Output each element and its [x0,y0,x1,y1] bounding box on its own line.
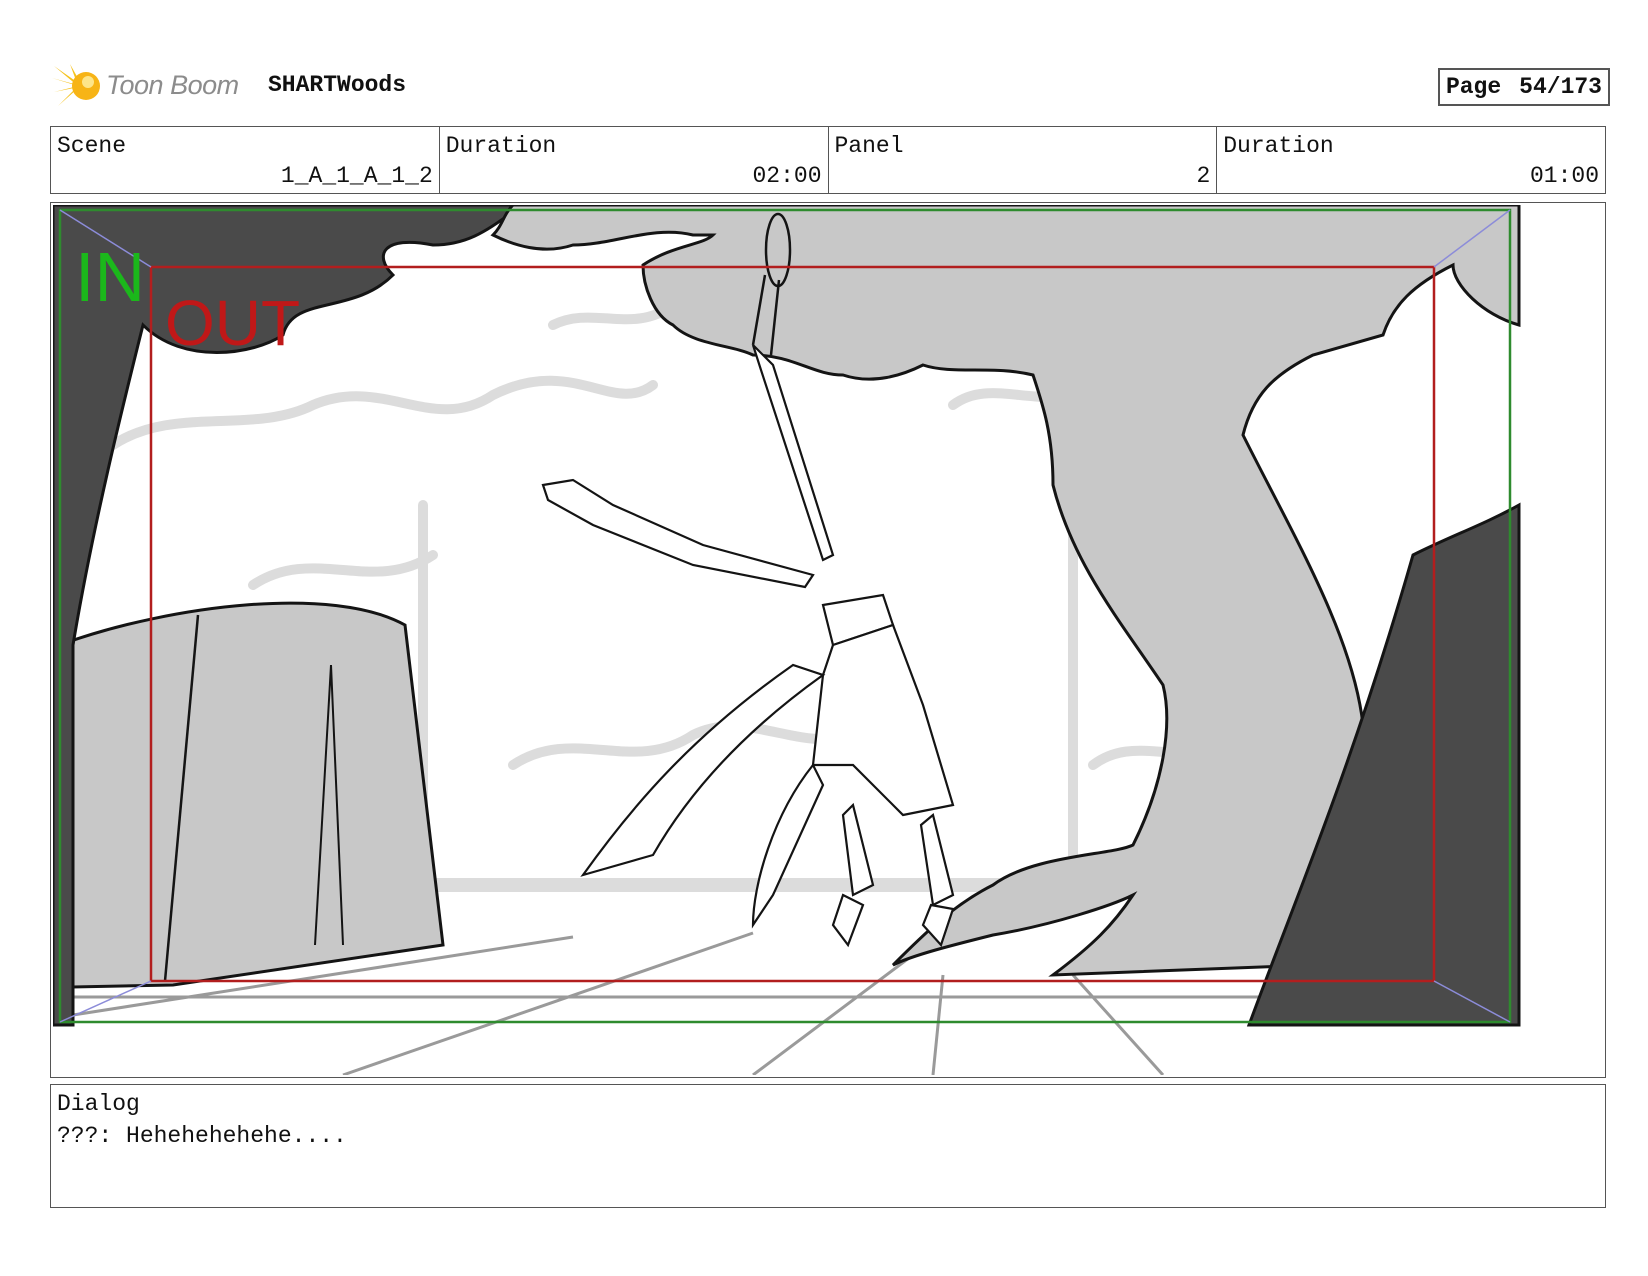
dialog-label: Dialog [57,1091,140,1117]
scene-duration-value: 02:00 [752,163,822,189]
rock [63,601,445,989]
storyboard-header: Toon Boom SHARTWoods Page 54/173 [50,56,1610,116]
scene-label: Scene [57,133,127,159]
project-title: SHARTWoods [268,72,407,98]
page-number: 54/173 [1519,74,1602,100]
panel-drawing: IN OUT [53,205,1603,1075]
panel-info-table: Scene 1_A_1_A_1_2 Duration 02:00 Panel 2… [50,126,1606,194]
panel-duration-value: 01:00 [1529,163,1599,189]
storyboard-panel: IN OUT [50,202,1606,1078]
toon-boom-logo: Toon Boom [50,60,250,112]
scene-duration-cell: Duration 02:00 [440,127,829,193]
scene-cell: Scene 1_A_1_A_1_2 [51,127,440,193]
in-label: IN [75,238,145,316]
logo-text: Toon Boom [106,70,239,100]
panel-cell: Panel 2 [829,127,1218,193]
panel-value: 2 [1196,163,1211,189]
out-label: OUT [165,287,300,359]
scene-duration-label: Duration [445,133,557,159]
panel-label: Panel [834,133,904,159]
page-label: Page [1445,74,1502,100]
scene-value: 1_A_1_A_1_2 [280,163,433,189]
dialog-text: ???: Hehehehehehe.... [57,1123,347,1149]
page-indicator: Page 54/173 [1437,68,1610,106]
dialog-box: Dialog ???: Hehehehehehe.... [50,1084,1606,1208]
panel-duration-label: Duration [1223,133,1334,159]
panel-duration-cell: Duration 01:00 [1217,127,1605,193]
toon-boom-logo-icon [52,64,100,106]
